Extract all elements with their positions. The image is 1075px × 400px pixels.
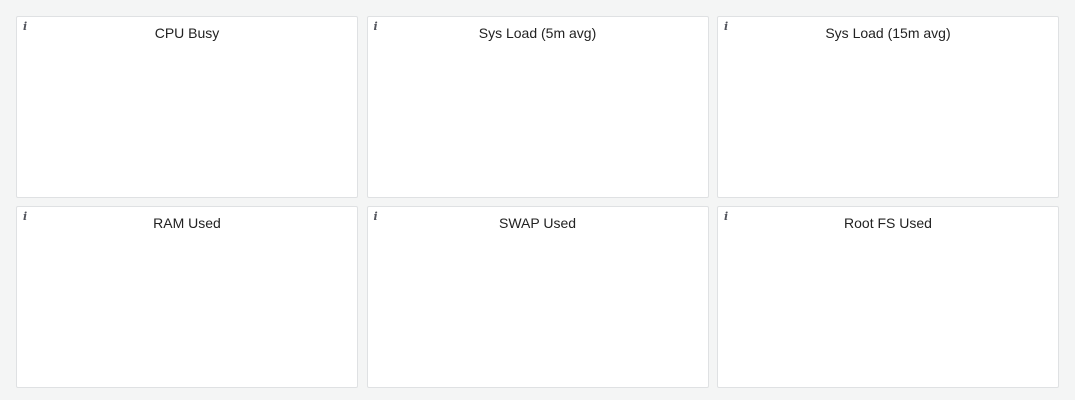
panel-body — [368, 237, 708, 387]
panel-swap-used[interactable]: i SWAP Used — [366, 206, 709, 388]
panel-sys-load-15m[interactable]: i Sys Load (15m avg) — [717, 16, 1059, 198]
panel-root-fs-used[interactable]: i Root FS Used — [717, 206, 1059, 388]
panel-ram-used[interactable]: i RAM Used — [16, 206, 358, 388]
panel-title[interactable]: SWAP Used — [368, 215, 708, 231]
panel-body — [17, 237, 357, 387]
panel-cpu-busy[interactable]: i CPU Busy — [16, 16, 358, 198]
panel-title[interactable]: Root FS Used — [718, 215, 1058, 231]
dashboard-grid: i CPU Busy i Sys Load (5m avg) i Sys Loa… — [16, 16, 1059, 388]
panel-title[interactable]: Sys Load (15m avg) — [718, 25, 1058, 41]
panel-body — [718, 237, 1058, 387]
panel-body — [718, 47, 1058, 197]
panel-body — [368, 47, 708, 197]
panel-body — [17, 47, 357, 197]
panel-sys-load-5m[interactable]: i Sys Load (5m avg) — [366, 16, 709, 198]
panel-title[interactable]: CPU Busy — [17, 25, 357, 41]
panel-title[interactable]: Sys Load (5m avg) — [368, 25, 708, 41]
panel-title[interactable]: RAM Used — [17, 215, 357, 231]
